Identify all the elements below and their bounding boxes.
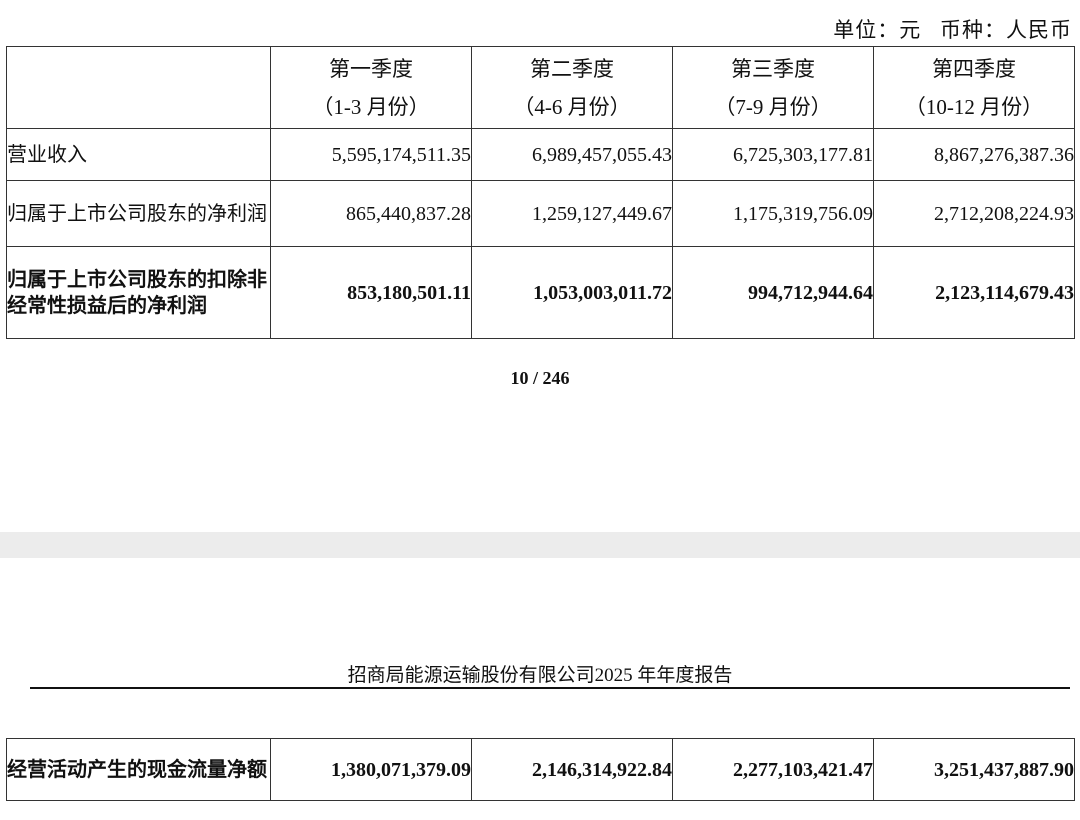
q2-months: （4-6 月份） bbox=[513, 94, 631, 119]
table-row: 经营活动产生的现金流量净额 1,380,071,379.09 2,146,314… bbox=[6, 738, 1075, 801]
q3-name: 第三季度 bbox=[731, 56, 815, 81]
cell-value: 1,053,003,011.72 bbox=[471, 246, 673, 339]
cell-value: 1,259,127,449.67 bbox=[471, 180, 673, 247]
page-number: 10 / 246 bbox=[510, 368, 570, 388]
header-q4: 第四季度 （10-12 月份） bbox=[873, 46, 1075, 129]
q1-name: 第一季度 bbox=[329, 56, 413, 81]
page-separator bbox=[0, 532, 1080, 558]
table-row: 归属于上市公司股东的净利润 865,440,837.28 1,259,127,4… bbox=[6, 180, 1075, 247]
quarterly-data-table: 第一季度 （1-3 月份） 第二季度 （4-6 月份） 第三季度 （7-9 月份… bbox=[6, 46, 1075, 339]
header-rule bbox=[30, 687, 1070, 689]
cell-value: 2,123,114,679.43 bbox=[873, 246, 1075, 339]
header-q3: 第三季度 （7-9 月份） bbox=[672, 46, 874, 129]
row-label-revenue: 营业收入 bbox=[6, 128, 271, 181]
row-label-net-profit: 归属于上市公司股东的净利润 bbox=[6, 180, 271, 247]
header-q2: 第二季度 （4-6 月份） bbox=[471, 46, 673, 129]
header-q1: 第一季度 （1-3 月份） bbox=[270, 46, 472, 129]
row-label-adjusted-net-profit: 归属于上市公司股东的扣除非经常性损益后的净利润 bbox=[6, 246, 271, 339]
q4-months: （10-12 月份） bbox=[904, 94, 1044, 119]
row-label-operating-cashflow: 经营活动产生的现金流量净额 bbox=[6, 738, 271, 801]
q3-months: （7-9 月份） bbox=[714, 94, 832, 119]
cell-value: 1,175,319,756.09 bbox=[672, 180, 874, 247]
cell-value: 6,725,303,177.81 bbox=[672, 128, 874, 181]
cell-value: 6,989,457,055.43 bbox=[471, 128, 673, 181]
unit-currency-note: 单位：元 币种：人民币 bbox=[833, 18, 1072, 42]
cell-value: 2,146,314,922.84 bbox=[471, 738, 673, 801]
cell-value: 2,712,208,224.93 bbox=[873, 180, 1075, 247]
cell-value: 5,595,174,511.35 bbox=[270, 128, 472, 181]
table-row: 营业收入 5,595,174,511.35 6,989,457,055.43 6… bbox=[6, 128, 1075, 181]
cell-value: 865,440,837.28 bbox=[270, 180, 472, 247]
table-header-row: 第一季度 （1-3 月份） 第二季度 （4-6 月份） 第三季度 （7-9 月份… bbox=[6, 46, 1075, 129]
cell-value: 853,180,501.11 bbox=[270, 246, 472, 339]
report-header: 招商局能源运输股份有限公司2025 年年度报告 bbox=[347, 665, 733, 686]
cell-value: 994,712,944.64 bbox=[672, 246, 874, 339]
header-empty-cell bbox=[6, 46, 271, 129]
cell-value: 3,251,437,887.90 bbox=[873, 738, 1075, 801]
cell-value: 8,867,276,387.36 bbox=[873, 128, 1075, 181]
q2-name: 第二季度 bbox=[530, 56, 614, 81]
cell-value: 2,277,103,421.47 bbox=[672, 738, 874, 801]
q1-months: （1-3 月份） bbox=[312, 94, 430, 119]
cell-value: 1,380,071,379.09 bbox=[270, 738, 472, 801]
q4-name: 第四季度 bbox=[932, 56, 1016, 81]
table-row: 归属于上市公司股东的扣除非经常性损益后的净利润 853,180,501.11 1… bbox=[6, 246, 1075, 339]
cashflow-table: 经营活动产生的现金流量净额 1,380,071,379.09 2,146,314… bbox=[6, 738, 1075, 801]
